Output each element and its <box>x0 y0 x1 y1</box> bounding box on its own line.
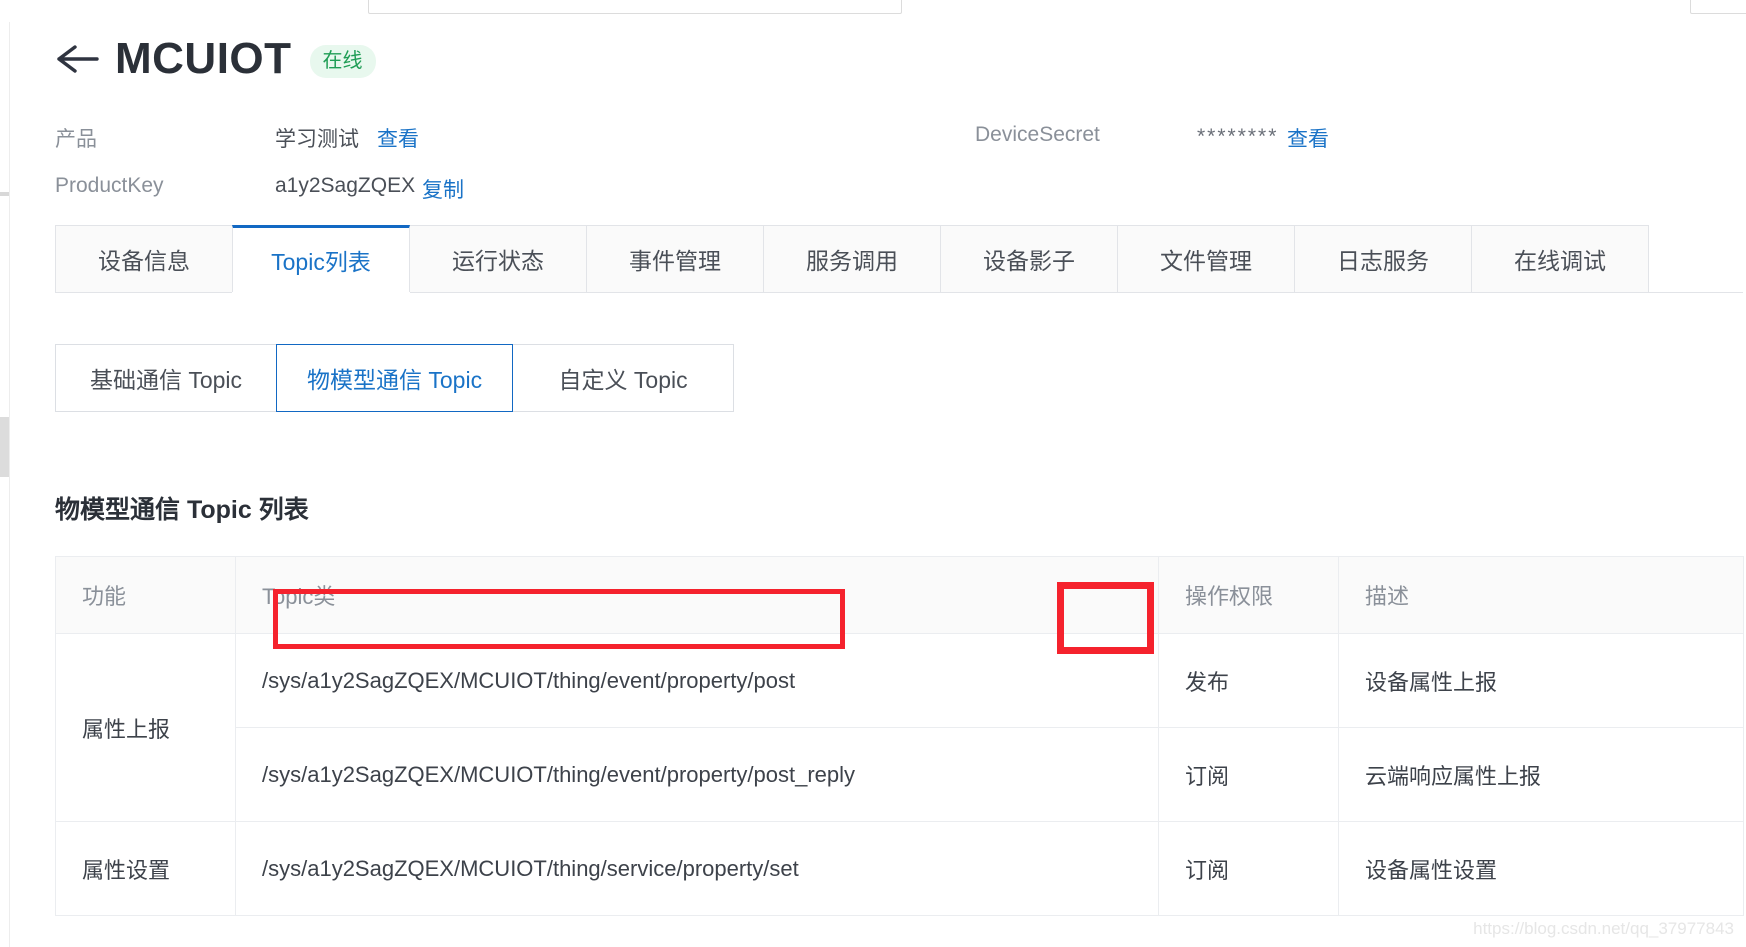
table-header-row: 功能 Topic类 操作权限 描述 <box>55 556 1744 634</box>
cell-function: 属性上报 <box>55 633 236 822</box>
product-key-copy-link[interactable]: 复制 <box>422 174 464 204</box>
main-tabs: 设备信息 Topic列表 运行状态 事件管理 服务调用 设备影子 文件管理 日志服务 在线调试 <box>55 225 1743 293</box>
tab-2[interactable]: 运行状态 <box>409 225 587 292</box>
tab-7[interactable]: 日志服务 <box>1294 225 1472 292</box>
tab-3[interactable]: 事件管理 <box>586 225 764 292</box>
tab-1[interactable]: Topic列表 <box>232 225 410 293</box>
table-row: 属性设置/sys/a1y2SagZQEX/MCUIOT/thing/servic… <box>55 821 1744 916</box>
outer-button-box[interactable] <box>1690 0 1746 14</box>
cell-permission: 订阅 <box>1158 821 1339 916</box>
arrow-left-icon[interactable] <box>55 36 101 82</box>
subtab-1[interactable]: 物模型通信 Topic <box>276 344 514 412</box>
product-key-value: a1y2SagZQEX <box>275 174 416 197</box>
cell-topic: /sys/a1y2SagZQEX/MCUIOT/thing/service/pr… <box>235 821 1159 916</box>
cell-permission: 发布 <box>1158 633 1339 728</box>
status-badge: 在线 <box>309 44 376 78</box>
cell-function: 属性设置 <box>55 821 236 916</box>
outer-page-strip <box>0 0 1746 23</box>
topic-table: 功能 Topic类 操作权限 描述 属性上报/sys/a1y2SagZQEX/MCUI… <box>55 556 1744 916</box>
cell-description: 设备属性设置 <box>1338 821 1744 916</box>
table-row: /sys/a1y2SagZQEX/MCUIOT/thing/event/prop… <box>56 727 1744 822</box>
device-secret-label: DeviceSecret <box>975 123 1100 146</box>
device-detail-page: MCUIOT 在线 产品 学习测试 查看 DeviceSecret ******… <box>0 0 1746 947</box>
subtab-2[interactable]: 自定义 Topic <box>512 344 735 412</box>
product-value: 学习测试 <box>275 128 359 151</box>
device-secret-value: ******** <box>1197 125 1279 148</box>
column-header-0: 功能 <box>55 556 236 634</box>
cell-topic: /sys/a1y2SagZQEX/MCUIOT/thing/event/prop… <box>235 727 1159 822</box>
rail-divider <box>0 192 9 196</box>
column-header-2: 操作权限 <box>1158 556 1339 634</box>
section-title: 物模型通信 Topic 列表 <box>55 496 309 524</box>
cell-description: 云端响应属性上报 <box>1338 727 1744 822</box>
product-label: 产品 <box>55 128 97 151</box>
table-row: 属性上报/sys/a1y2SagZQEX/MCUIOT/thing/event/… <box>55 633 1744 822</box>
cell-description: 设备属性上报 <box>1338 633 1744 728</box>
product-view-link[interactable]: 查看 <box>377 123 419 153</box>
column-header-3: 描述 <box>1338 556 1744 634</box>
column-header-1: Topic类 <box>235 556 1159 634</box>
device-secret-view-link[interactable]: 查看 <box>1287 123 1329 153</box>
topic-subtabs: 基础通信 Topic 物模型通信 Topic 自定义 Topic <box>55 344 735 412</box>
outer-search-box[interactable] <box>368 0 902 14</box>
meta-row-product: 产品 学习测试 查看 DeviceSecret ******** 查看 <box>55 117 1555 168</box>
topic-table-wrap: 功能 Topic类 操作权限 描述 属性上报/sys/a1y2SagZQEX/MCUI… <box>55 556 1744 916</box>
tab-6[interactable]: 文件管理 <box>1117 225 1295 292</box>
tab-5[interactable]: 设备影子 <box>940 225 1118 292</box>
meta-row-productkey: ProductKey a1y2SagZQEX 复制 <box>55 168 1555 219</box>
page-content: MCUIOT 在线 产品 学习测试 查看 DeviceSecret ******… <box>10 22 1746 947</box>
left-rail <box>0 22 10 947</box>
page-header: MCUIOT 在线 <box>55 36 376 82</box>
tab-8[interactable]: 在线调试 <box>1471 225 1649 292</box>
rail-scrollbar-thumb[interactable] <box>0 417 9 477</box>
page-title: MCUIOT <box>115 34 292 83</box>
cell-topic: /sys/a1y2SagZQEX/MCUIOT/thing/event/prop… <box>235 633 1159 728</box>
product-key-label: ProductKey <box>55 174 164 197</box>
watermark: https://blog.csdn.net/qq_37977843 <box>1473 919 1734 938</box>
subtab-0[interactable]: 基础通信 Topic <box>55 344 277 412</box>
device-meta: 产品 学习测试 查看 DeviceSecret ******** 查看 Prod… <box>55 117 1555 219</box>
tab-4[interactable]: 服务调用 <box>763 225 941 292</box>
cell-permission: 订阅 <box>1158 727 1339 822</box>
tab-0[interactable]: 设备信息 <box>55 225 233 292</box>
